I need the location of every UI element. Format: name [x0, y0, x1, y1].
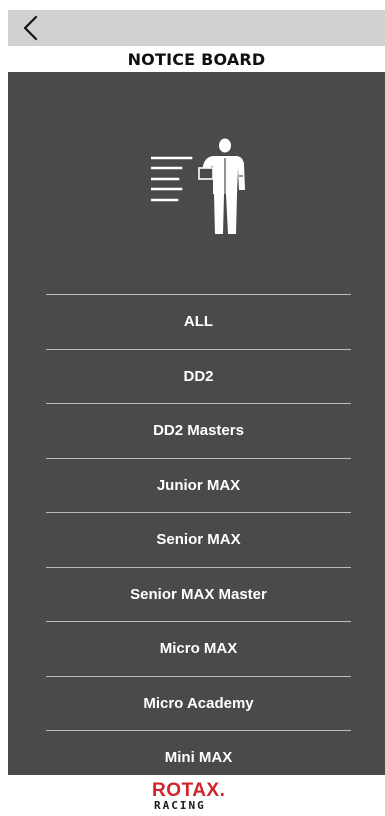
logo-wordmark-top: ROTAX. [152, 780, 226, 801]
category-item-micro-max[interactable]: Micro MAX [46, 621, 351, 676]
category-item-all[interactable]: ALL [46, 294, 351, 349]
category-item-micro-academy[interactable]: Micro Academy [46, 675, 351, 731]
category-item-dd2-masters[interactable]: DD2 Masters [46, 403, 351, 458]
category-item-dd2[interactable]: DD2 [46, 348, 351, 404]
category-list: ALL DD2 DD2 Masters Junior MAX Senior MA… [46, 294, 351, 775]
category-item-junior-max[interactable]: Junior MAX [46, 457, 351, 513]
page-title: NOTICE BOARD [127, 50, 266, 69]
rotax-racing-logo: ROTAX. RACING [152, 781, 248, 815]
category-item-mini-max[interactable]: Mini MAX [46, 730, 351, 775]
back-chevron-icon[interactable] [18, 14, 46, 42]
mechanic-notice-icon [151, 138, 245, 234]
category-item-senior-max[interactable]: Senior MAX [46, 512, 351, 567]
category-item-senior-max-master[interactable]: Senior MAX Master [46, 566, 351, 622]
notice-board-panel: ALL DD2 DD2 Masters Junior MAX Senior MA… [8, 72, 385, 775]
top-bar [8, 10, 385, 46]
logo-wordmark-bottom: RACING [154, 799, 206, 812]
footer: ROTAX. RACING [0, 775, 385, 816]
